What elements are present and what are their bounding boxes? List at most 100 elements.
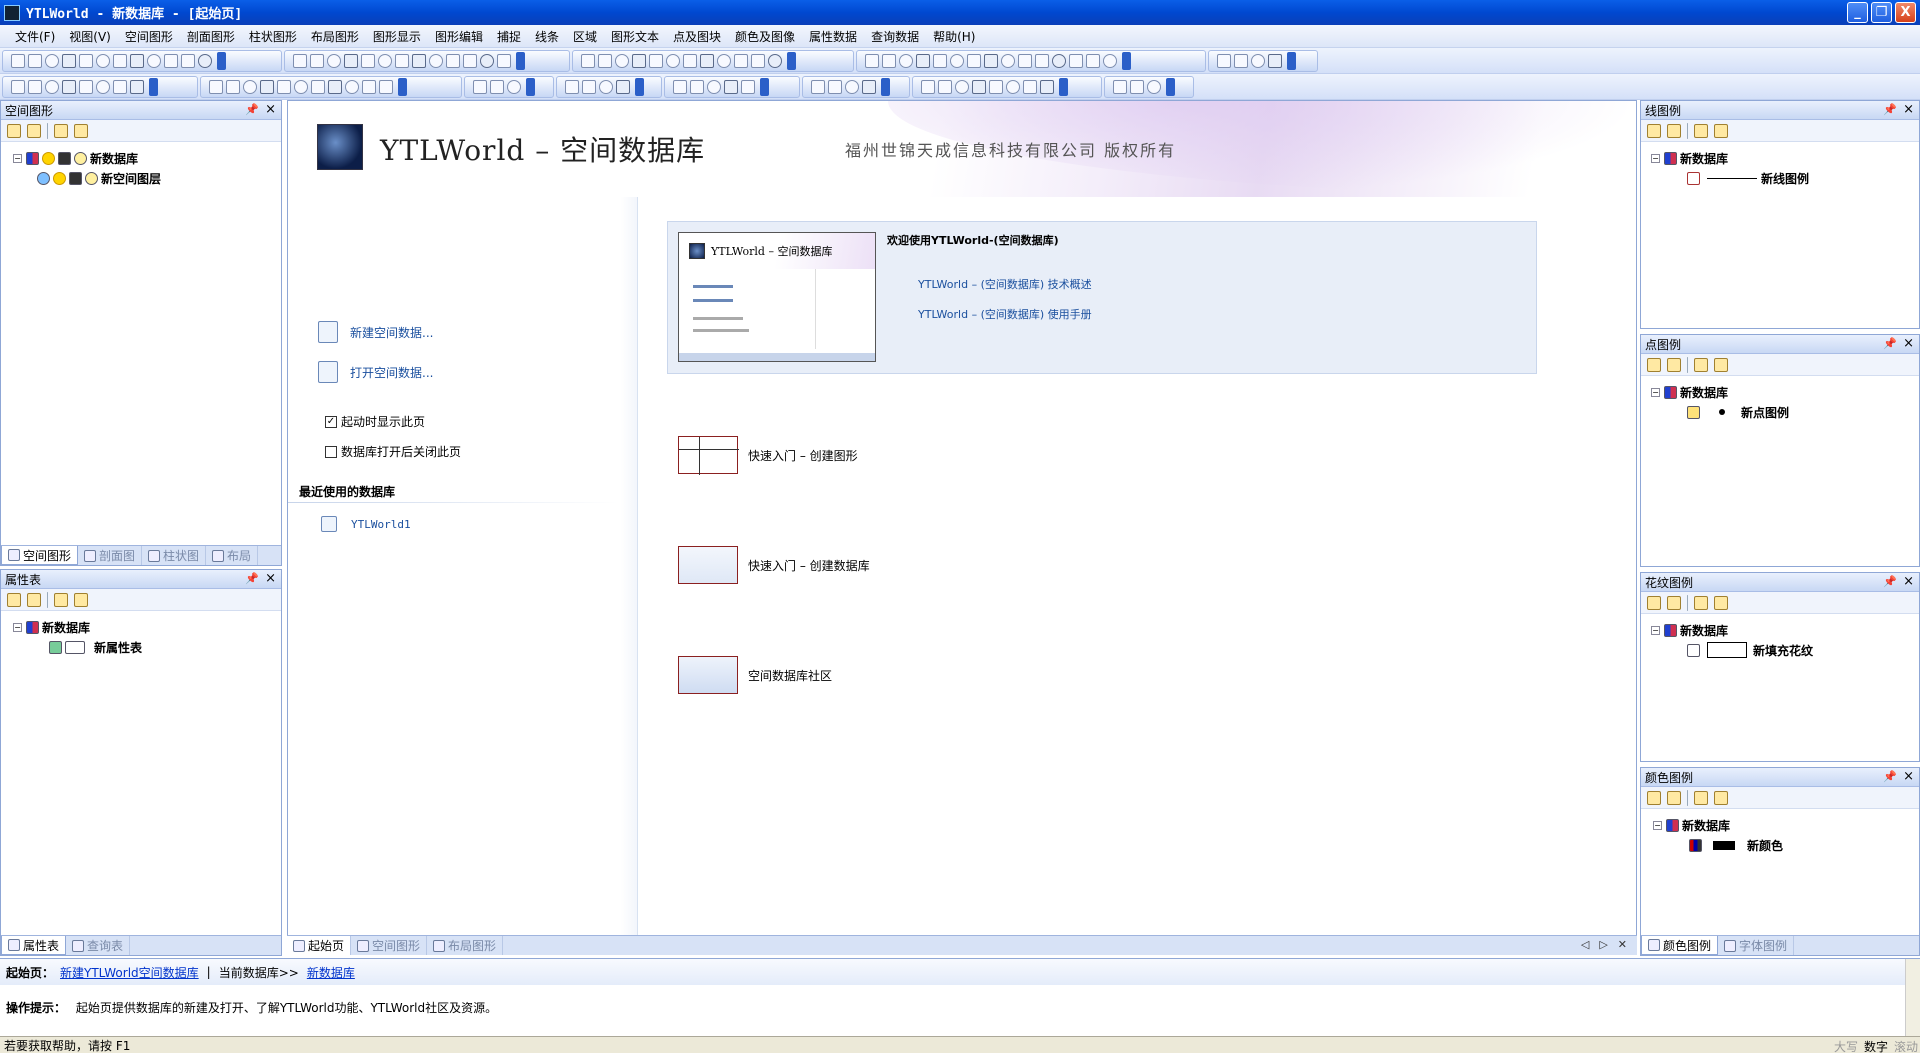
new-db-info-link[interactable]: 新建YTLWorld空间数据库 <box>60 964 199 981</box>
menu-edit[interactable]: 图形编辑 <box>428 28 490 45</box>
tab-query[interactable]: 查询表 <box>66 936 131 955</box>
tab-section[interactable]: 剖面图 <box>78 546 143 565</box>
tab-layout[interactable]: 布局 <box>206 546 259 565</box>
toolbar-image[interactable] <box>912 76 1102 98</box>
close-icon[interactable]: × <box>1903 769 1914 784</box>
tree-pattern-item[interactable]: 新填充花纹 <box>1651 640 1919 660</box>
minimize-button[interactable]: _ <box>1847 2 1868 23</box>
menu-layout[interactable]: 布局图形 <box>304 28 366 45</box>
close-icon[interactable]: × <box>265 571 276 586</box>
tree-root[interactable]: − 新数据库 <box>13 617 281 637</box>
tab-next-icon[interactable]: ▷ <box>1599 938 1607 951</box>
toolbar-text[interactable] <box>464 76 554 98</box>
tab-column[interactable]: 柱状图 <box>142 546 207 565</box>
menu-color[interactable]: 颜色及图像 <box>728 28 802 45</box>
menu-column[interactable]: 柱状图形 <box>242 28 304 45</box>
menu-file[interactable]: 文件(F) <box>8 28 62 45</box>
menu-snap[interactable]: 捕捉 <box>490 28 528 45</box>
lock-icon[interactable] <box>58 151 71 165</box>
doc-tab-start[interactable]: 起始页 <box>287 936 352 955</box>
properties-icon[interactable] <box>1694 357 1708 372</box>
tab-color-legend[interactable]: 颜色图例 <box>1641 936 1719 955</box>
add-icon[interactable] <box>1647 357 1661 372</box>
bulb-icon[interactable] <box>74 151 87 165</box>
tree-root[interactable]: − 新数据库 <box>13 148 281 168</box>
quickstart-graphics[interactable]: 快速入门 – 创建图形 <box>678 436 858 475</box>
properties-icon[interactable] <box>1694 790 1708 805</box>
pin-icon[interactable]: 📌 <box>245 103 259 116</box>
toolbar-edit[interactable] <box>856 50 1206 72</box>
properties-icon[interactable] <box>1694 123 1708 138</box>
menu-query[interactable]: 查询数据 <box>864 28 926 45</box>
menu-view[interactable]: 视图(V) <box>62 28 118 45</box>
restore-button[interactable]: ❐ <box>1871 2 1892 23</box>
open-db-link[interactable]: 打开空间数据... <box>318 361 433 383</box>
menu-display[interactable]: 图形显示 <box>366 28 428 45</box>
tree-point-item[interactable]: 新点图例 <box>1651 402 1919 422</box>
doc-tab-layout[interactable]: 布局图形 <box>427 936 504 955</box>
quickstart-database[interactable]: 快速入门 – 创建数据库 <box>678 546 870 584</box>
add-icon[interactable] <box>7 592 21 607</box>
doc-tab-spatial[interactable]: 空间图形 <box>351 936 428 955</box>
visible-icon[interactable] <box>42 151 55 165</box>
pin-icon[interactable]: 📌 <box>245 572 259 585</box>
bulb-icon[interactable] <box>85 171 98 185</box>
toolbar-view[interactable] <box>284 50 570 72</box>
visible-icon[interactable] <box>53 171 66 185</box>
show-on-start-checkbox[interactable]: ✓ 起动时显示此页 <box>325 413 425 430</box>
close-icon[interactable]: × <box>1903 336 1914 351</box>
add-icon[interactable] <box>1647 790 1661 805</box>
toolbar-arrange[interactable] <box>1208 50 1318 72</box>
menu-text[interactable]: 图形文本 <box>604 28 666 45</box>
tree-root[interactable]: − 新数据库 <box>1651 620 1919 640</box>
checkbox-show[interactable]: ✓ <box>325 415 337 428</box>
close-on-open-checkbox[interactable]: 数据库打开后关闭此页 <box>325 443 461 460</box>
add-gem-icon[interactable] <box>1667 790 1681 805</box>
tree-root[interactable]: − 新数据库 <box>1653 815 1919 835</box>
add-icon[interactable] <box>1647 595 1661 610</box>
tree-root[interactable]: − 新数据库 <box>1651 148 1919 168</box>
tab-spatial[interactable]: 空间图形 <box>1 546 79 565</box>
tab-font-legend[interactable]: 字体图例 <box>1718 936 1795 955</box>
menu-region[interactable]: 区域 <box>566 28 604 45</box>
menu-help[interactable]: 帮助(H) <box>926 28 982 45</box>
folder-icon[interactable] <box>1714 123 1728 138</box>
folder-icon[interactable] <box>1714 595 1728 610</box>
folder-icon[interactable] <box>1714 357 1728 372</box>
tab-prev-icon[interactable]: ◁ <box>1581 938 1589 951</box>
close-icon[interactable]: × <box>1903 574 1914 589</box>
add-icon[interactable] <box>7 123 21 138</box>
toolbar-misc[interactable] <box>1104 76 1194 98</box>
add-gem-icon[interactable] <box>1667 123 1681 138</box>
properties-icon[interactable] <box>54 592 68 607</box>
close-button[interactable]: X <box>1895 2 1916 23</box>
add-gem-icon[interactable] <box>1667 357 1681 372</box>
community-link[interactable]: 空间数据库社区 <box>678 656 832 694</box>
tree-line-item[interactable]: 新线图例 <box>1651 168 1919 188</box>
tree-attr-table[interactable]: 新属性表 <box>13 637 281 657</box>
menu-section[interactable]: 剖面图形 <box>180 28 242 45</box>
properties-icon[interactable] <box>54 123 68 138</box>
tech-overview-link[interactable]: YTLWorld – (空间数据库) 技术概述 <box>918 276 1092 292</box>
pin-icon[interactable]: 📌 <box>1883 575 1897 588</box>
current-db-link[interactable]: 新数据库 <box>307 964 355 981</box>
info-scrollbar[interactable] <box>1905 959 1920 1037</box>
add-gem-icon[interactable] <box>27 592 41 607</box>
pin-icon[interactable]: 📌 <box>1883 770 1897 783</box>
close-icon[interactable]: × <box>1903 102 1914 117</box>
toolbar-lines[interactable] <box>200 76 462 98</box>
menu-attr[interactable]: 属性数据 <box>802 28 864 45</box>
properties-icon[interactable] <box>1694 595 1708 610</box>
toolbar-region[interactable] <box>664 76 800 98</box>
tree-layer[interactable]: 新空间图层 <box>13 168 281 188</box>
toolbar-standard[interactable] <box>2 50 282 72</box>
folder-icon[interactable] <box>74 123 88 138</box>
toolbar-draw[interactable] <box>572 50 854 72</box>
preview-thumbnail[interactable]: YTLWorld – 空间数据库 <box>678 232 876 362</box>
user-manual-link[interactable]: YTLWorld – (空间数据库) 使用手册 <box>918 306 1092 322</box>
toolbar-shapes[interactable] <box>2 76 198 98</box>
folder-icon[interactable] <box>74 592 88 607</box>
menu-point[interactable]: 点及图块 <box>666 28 728 45</box>
tab-close-icon[interactable]: ✕ <box>1618 938 1627 951</box>
toolbar-text-style[interactable] <box>556 76 662 98</box>
